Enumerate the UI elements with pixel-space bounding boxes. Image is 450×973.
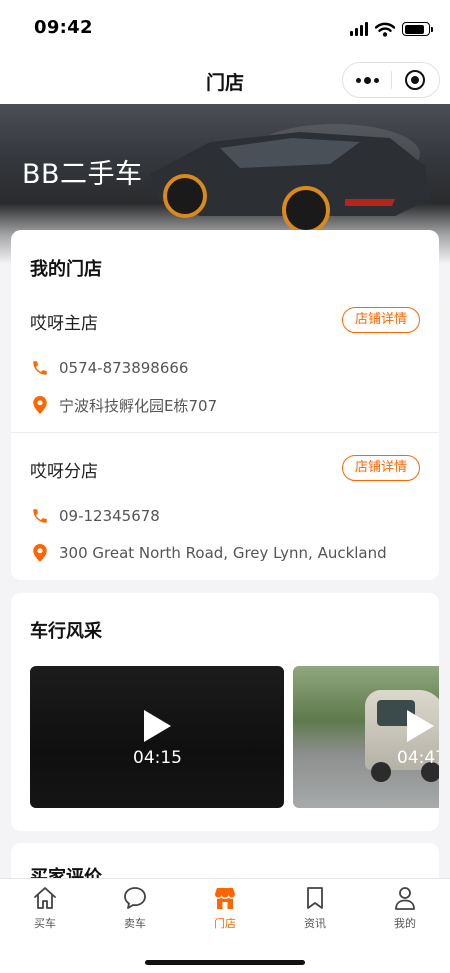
app-root: 09:42 门店 BB二手车 我的门店 哎呀主店 店铺详情 0574-87389… <box>0 0 450 973</box>
store-item: 哎呀分店 店铺详情 09-12345678 300 Great North Ro… <box>11 449 439 580</box>
video-duration: 04:47 <box>397 748 439 768</box>
tab-label: 资讯 <box>304 917 326 930</box>
store-address-row[interactable]: 300 Great North Road, Grey Lynn, Aucklan… <box>30 542 387 564</box>
store-item: 哎呀主店 店铺详情 0574-873898666 宁波科技孵化园E栋707 <box>11 301 439 449</box>
home-icon <box>34 887 56 909</box>
phone-icon <box>30 505 50 527</box>
bookmark-icon <box>307 887 323 909</box>
van-wheel <box>371 762 391 782</box>
store-detail-button[interactable]: 店铺详情 <box>341 307 420 333</box>
store-phone-row[interactable]: 09-12345678 <box>30 505 160 527</box>
wifi-icon <box>375 22 395 37</box>
battery-icon <box>402 22 433 36</box>
store-name: 哎呀主店 <box>30 314 98 334</box>
tab-label: 买车 <box>34 917 56 930</box>
tab-sell-car[interactable]: 卖车 <box>90 885 180 935</box>
status-bar: 09:42 <box>0 0 450 56</box>
miniprogram-capsule <box>342 62 440 98</box>
store-address-row[interactable]: 宁波科技孵化园E栋707 <box>30 394 217 416</box>
store-phone: 09-12345678 <box>59 507 160 525</box>
showcase-title: 车行风采 <box>30 621 102 642</box>
video-thumbnail[interactable]: 04:47 <box>293 666 439 808</box>
tab-stores[interactable]: 门店 <box>180 885 270 935</box>
location-pin-icon <box>30 394 50 416</box>
video-duration: 04:15 <box>133 748 182 768</box>
banner-title: BB二手车 <box>22 159 143 190</box>
play-icon <box>407 710 434 742</box>
my-stores-title: 我的门店 <box>30 259 102 280</box>
store-address: 300 Great North Road, Grey Lynn, Aucklan… <box>59 544 387 562</box>
store-address: 宁波科技孵化园E栋707 <box>59 396 218 415</box>
video-carousel[interactable]: 04:15 04:47 <box>30 666 439 808</box>
cellular-signal-icon <box>350 22 368 36</box>
my-stores-card: 我的门店 哎呀主店 店铺详情 0574-873898666 宁波科技孵化园E栋7… <box>11 230 439 580</box>
home-indicator <box>145 960 305 965</box>
status-icons <box>350 20 433 38</box>
chat-bubble-icon <box>124 887 146 909</box>
video-thumbnail[interactable]: 04:15 <box>30 666 284 808</box>
tab-news[interactable]: 资讯 <box>270 885 360 935</box>
tab-label: 我的 <box>394 917 416 930</box>
store-phone: 0574-873898666 <box>59 359 189 377</box>
close-miniprogram-button[interactable] <box>392 63 439 97</box>
person-icon <box>395 887 415 910</box>
target-icon <box>405 70 426 90</box>
nav-bar: 门店 <box>0 56 450 104</box>
store-divider <box>11 432 439 433</box>
more-button[interactable] <box>343 63 391 97</box>
location-pin-icon <box>30 542 50 564</box>
showcase-card: 车行风采 04:15 04:47 <box>11 593 439 831</box>
play-icon <box>144 710 171 742</box>
tab-buy-car[interactable]: 买车 <box>0 885 90 935</box>
store-detail-button[interactable]: 店铺详情 <box>341 455 420 481</box>
phone-icon <box>30 357 50 379</box>
tab-mine[interactable]: 我的 <box>360 885 450 935</box>
tab-label: 卖车 <box>124 917 146 930</box>
store-name: 哎呀分店 <box>30 462 98 482</box>
tab-label: 门店 <box>214 917 236 930</box>
store-icon <box>215 888 235 909</box>
bottom-tab-bar: 买车 卖车 门店 资讯 我的 <box>0 878 450 973</box>
store-phone-row[interactable]: 0574-873898666 <box>30 357 188 379</box>
status-time: 09:42 <box>34 17 93 38</box>
